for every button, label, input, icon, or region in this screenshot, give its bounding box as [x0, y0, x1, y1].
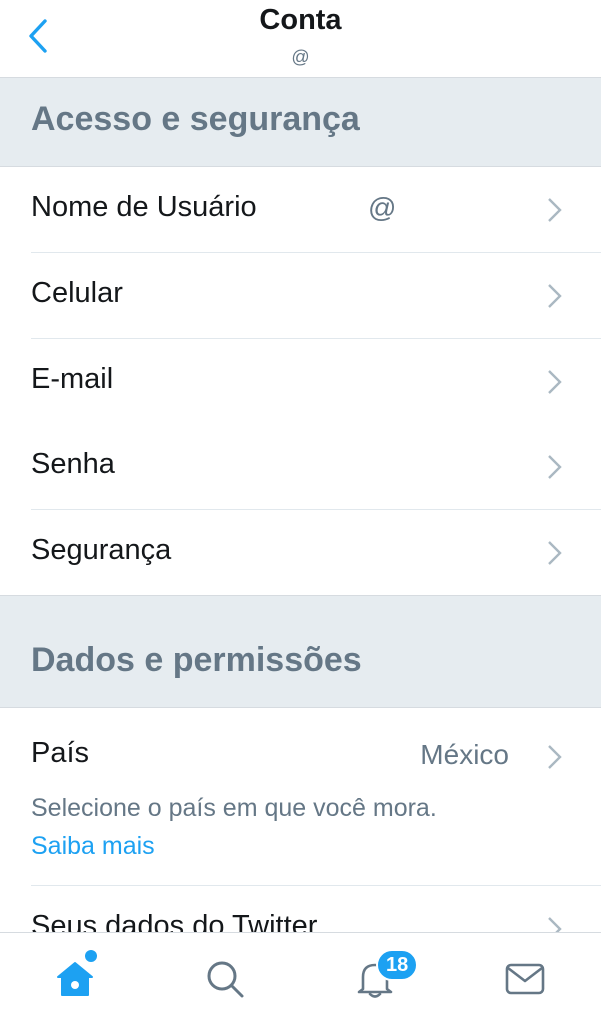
learn-more-link[interactable]: Saiba mais: [31, 832, 155, 861]
search-icon: [207, 961, 244, 998]
chevron-right-icon: [548, 455, 562, 479]
notifications-badge: 18: [376, 949, 419, 981]
security-row[interactable]: Segurança: [0, 510, 601, 595]
page-subtitle: @: [291, 47, 310, 67]
chevron-right-icon: [548, 541, 562, 565]
top-navigation-bar: Conta @: [0, 0, 601, 78]
username-row[interactable]: Nome de Usuário @: [0, 167, 601, 253]
mail-icon: [505, 963, 545, 995]
password-row[interactable]: Senha: [0, 424, 601, 510]
tab-search[interactable]: [150, 933, 300, 1024]
security-label: Segurança: [31, 534, 172, 566]
email-label: E-mail: [31, 363, 114, 395]
username-label: Nome de Usuário: [31, 191, 257, 223]
section-title: Acesso e segurança: [31, 100, 360, 138]
tab-messages[interactable]: [450, 933, 600, 1024]
new-content-dot: [85, 950, 97, 962]
section-title: Dados e permissões: [31, 641, 362, 679]
country-label: País: [31, 737, 90, 769]
country-row[interactable]: País México Selecione o país em que você…: [0, 708, 601, 886]
section-header-data: Dados e permissões: [0, 595, 601, 708]
chevron-right-icon: [548, 198, 562, 222]
tab-notifications[interactable]: [300, 933, 450, 1024]
chevron-right-icon: [548, 745, 562, 769]
country-value: México: [420, 739, 509, 770]
phone-row[interactable]: Celular: [0, 253, 601, 339]
email-row[interactable]: E-mail: [0, 339, 601, 425]
section-header-access: Acesso e segurança: [0, 78, 601, 167]
bottom-tab-bar: 18: [0, 932, 601, 1024]
tab-home[interactable]: [0, 933, 150, 1024]
page-title: Conta: [259, 4, 342, 36]
home-icon: [57, 962, 93, 996]
chevron-right-icon: [548, 370, 562, 394]
country-description: Selecione o país em que você mora.: [31, 794, 437, 822]
phone-label: Celular: [31, 277, 123, 309]
chevron-right-icon: [548, 284, 562, 308]
username-value: @: [368, 192, 397, 223]
password-label: Senha: [31, 448, 115, 480]
